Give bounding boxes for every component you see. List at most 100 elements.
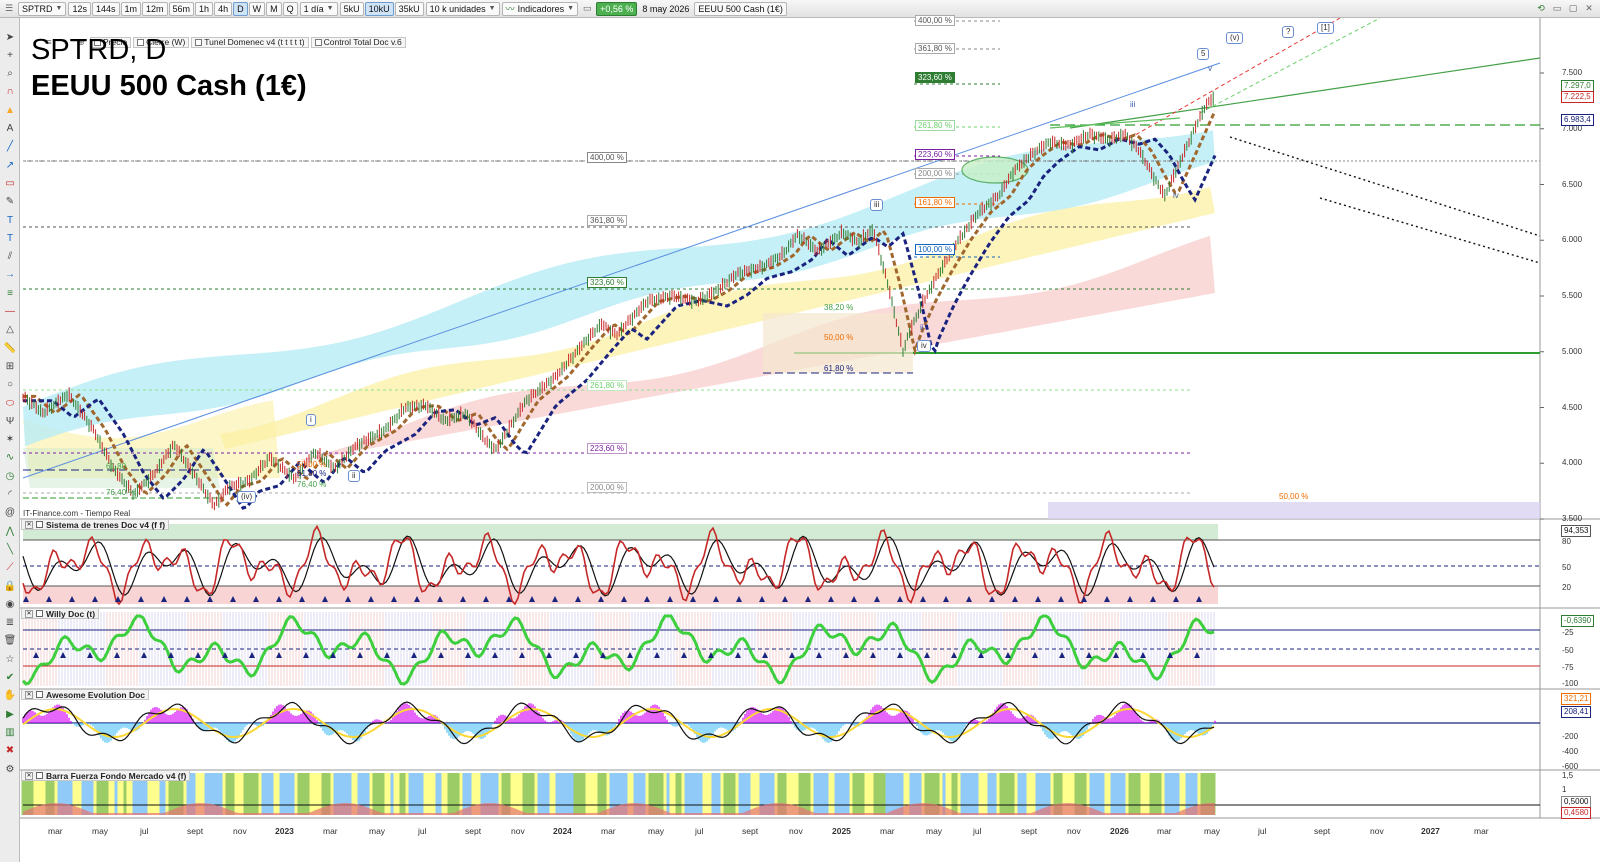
fibo-label-right: 361,80 % bbox=[915, 43, 955, 54]
refresh-icon[interactable]: ⟲ bbox=[1534, 2, 1548, 16]
unit-button-10ku[interactable]: 10kU bbox=[364, 1, 394, 16]
arrow-icon[interactable]: ↗ bbox=[3, 158, 17, 172]
fibo-label-left: 261,80 % bbox=[587, 380, 627, 391]
trash-icon[interactable]: 🗑 bbox=[3, 634, 17, 648]
fibo-icon[interactable]: ≡ bbox=[3, 286, 17, 300]
timeframe-button-12s[interactable]: 12s bbox=[68, 1, 91, 16]
period-selector[interactable]: 1 día ▼ bbox=[299, 1, 338, 16]
timeframe-button-56m[interactable]: 56m bbox=[168, 1, 195, 16]
pen-icon[interactable]: ✎ bbox=[3, 195, 17, 209]
cycle-icon[interactable]: ◷ bbox=[3, 469, 17, 483]
hand-icon[interactable]: ✋ bbox=[3, 689, 17, 703]
diagonal-icon[interactable]: ╲ bbox=[3, 542, 17, 556]
chart-type-icon[interactable]: ▥ bbox=[3, 725, 17, 739]
triangle-icon[interactable]: △ bbox=[3, 323, 17, 337]
zoom-icon[interactable]: ⌕ bbox=[3, 67, 17, 81]
pattern-icon[interactable]: ⋀ bbox=[3, 524, 17, 538]
pane-checkbox-icon[interactable] bbox=[36, 521, 43, 528]
settings-icon[interactable]: ⚙ bbox=[3, 762, 17, 776]
price-axis-label: 7.500 bbox=[1562, 68, 1583, 77]
close-pane-icon[interactable]: ✕ bbox=[25, 690, 33, 699]
timeframe-button-m[interactable]: M bbox=[266, 1, 282, 16]
clear-icon[interactable]: ▭ bbox=[580, 2, 594, 16]
barra-pane-title[interactable]: ✕ Barra Fuerza Fondo Mercado v4 (f) bbox=[21, 770, 191, 781]
awesome-pane-title[interactable]: ✕ Awesome Evolution Doc bbox=[21, 689, 150, 700]
measure-icon[interactable]: ⊞ bbox=[3, 359, 17, 373]
chart-canvas[interactable] bbox=[20, 18, 1600, 862]
star-icon[interactable]: ☆ bbox=[3, 652, 17, 666]
quantity-selector[interactable]: 10 k unidades ▼ bbox=[425, 1, 500, 16]
fibo-label-mid: 38,20 % bbox=[824, 303, 854, 312]
trenes-pane-title[interactable]: ✕ Sistema de trenes Doc v4 (f f) bbox=[21, 519, 170, 530]
timeframe-button-d[interactable]: D bbox=[233, 1, 248, 16]
minimize-icon[interactable]: ▭ bbox=[1550, 2, 1564, 16]
checkbox-icon[interactable] bbox=[314, 38, 322, 46]
pane-checkbox-icon[interactable] bbox=[36, 691, 43, 698]
rectangle-icon[interactable]: ▭ bbox=[3, 176, 17, 190]
wave-icon[interactable]: ∿ bbox=[3, 451, 17, 465]
close-pane-icon[interactable]: ✕ bbox=[25, 771, 33, 780]
delete-icon[interactable]: ✖ bbox=[3, 744, 17, 758]
eye-icon[interactable]: ◉ bbox=[3, 597, 17, 611]
lock-icon[interactable]: 🔒 bbox=[3, 579, 17, 593]
legend-item-4[interactable]: Control Total Doc v.6 bbox=[310, 36, 406, 48]
pane-checkbox-icon[interactable] bbox=[36, 772, 43, 779]
unit-button-35ku[interactable]: 35kU bbox=[394, 1, 424, 16]
price-axis-label: 5.000 bbox=[1562, 346, 1583, 356]
ray-icon[interactable]: → bbox=[3, 268, 17, 282]
check-icon[interactable]: ✔ bbox=[3, 671, 17, 685]
magnet-icon[interactable]: ∩ bbox=[3, 85, 17, 99]
timeframe-button-1m[interactable]: 1m bbox=[120, 1, 142, 16]
cursor-icon[interactable]: ➤ bbox=[3, 30, 17, 44]
close-pane-icon[interactable]: ✕ bbox=[25, 609, 33, 618]
t-icon[interactable]: T bbox=[3, 213, 17, 227]
ruler-icon[interactable]: 📏 bbox=[3, 341, 17, 355]
chart-title-symbol: SPTRD, D bbox=[31, 34, 167, 66]
close-icon[interactable]: ✕ bbox=[1582, 2, 1596, 16]
projection-dotted-1 bbox=[1229, 136, 1541, 237]
text-icon[interactable]: A bbox=[3, 122, 17, 136]
willy-pane-title[interactable]: ✕ Willy Doc (t) bbox=[21, 608, 100, 619]
play-icon[interactable]: ▶ bbox=[3, 707, 17, 721]
timeframe-button-1h[interactable]: 1h bbox=[195, 1, 214, 16]
close-pane-icon[interactable]: ✕ bbox=[25, 520, 33, 529]
circle-icon[interactable]: ○ bbox=[3, 378, 17, 392]
layers-icon[interactable]: ≣ bbox=[3, 616, 17, 630]
time-axis-label: may bbox=[369, 826, 386, 836]
time-axis-label: nov bbox=[789, 826, 803, 836]
pitchfork-icon[interactable]: Ψ bbox=[3, 414, 17, 428]
trend-icon[interactable]: ⟋ bbox=[3, 561, 17, 575]
pane-checkbox-icon[interactable] bbox=[36, 610, 43, 617]
channel-icon[interactable]: ⫽ bbox=[3, 250, 17, 264]
t2-icon[interactable]: T bbox=[3, 231, 17, 245]
highlight-ellipse bbox=[961, 156, 1029, 184]
indicators-button[interactable]: 〰 Indicadores ▼ bbox=[501, 1, 579, 16]
ellipse-icon[interactable]: ⬭ bbox=[3, 396, 17, 410]
wave-label: 5 bbox=[1197, 48, 1210, 60]
timeframe-button-12m[interactable]: 12m bbox=[142, 1, 168, 16]
arc-icon[interactable]: ◜ bbox=[3, 488, 17, 502]
symbol-selector[interactable]: SPTRD ▼ bbox=[18, 1, 67, 16]
time-axis-label: sept bbox=[1021, 826, 1038, 836]
time-axis-label: 2025 bbox=[832, 826, 851, 836]
gann-icon[interactable]: ✶ bbox=[3, 433, 17, 447]
crosshair-icon[interactable]: + bbox=[3, 48, 17, 62]
time-axis-label: jul bbox=[973, 826, 982, 836]
chart-title: SPTRD, D EEUU 500 Cash (1€) bbox=[31, 32, 307, 104]
spiral-icon[interactable]: @ bbox=[3, 506, 17, 520]
willy-axis-label: -100 bbox=[1562, 679, 1579, 688]
timeframe-button-q[interactable]: Q bbox=[282, 1, 298, 16]
timeframe-button-144s[interactable]: 144s bbox=[91, 1, 120, 16]
maximize-icon[interactable]: ▢ bbox=[1566, 2, 1580, 16]
bell-icon[interactable]: ▲ bbox=[3, 103, 17, 117]
hline-icon[interactable]: — bbox=[3, 305, 17, 319]
chart-area[interactable]: ≡ + ⊕ Precio Cierre (W) Tunel Domenec v4 (t t… bbox=[20, 15, 1600, 862]
chevron-down-icon: ▼ bbox=[488, 5, 496, 12]
menu-icon[interactable]: ☰ bbox=[2, 2, 16, 16]
timeframe-button-w[interactable]: W bbox=[248, 1, 266, 16]
barra-axis-label: 1 bbox=[1562, 785, 1567, 794]
line-icon[interactable]: ╱ bbox=[3, 140, 17, 154]
wave-label: ii bbox=[348, 470, 360, 482]
unit-button-5ku[interactable]: 5kU bbox=[339, 1, 364, 16]
timeframe-button-4h[interactable]: 4h bbox=[214, 1, 233, 16]
